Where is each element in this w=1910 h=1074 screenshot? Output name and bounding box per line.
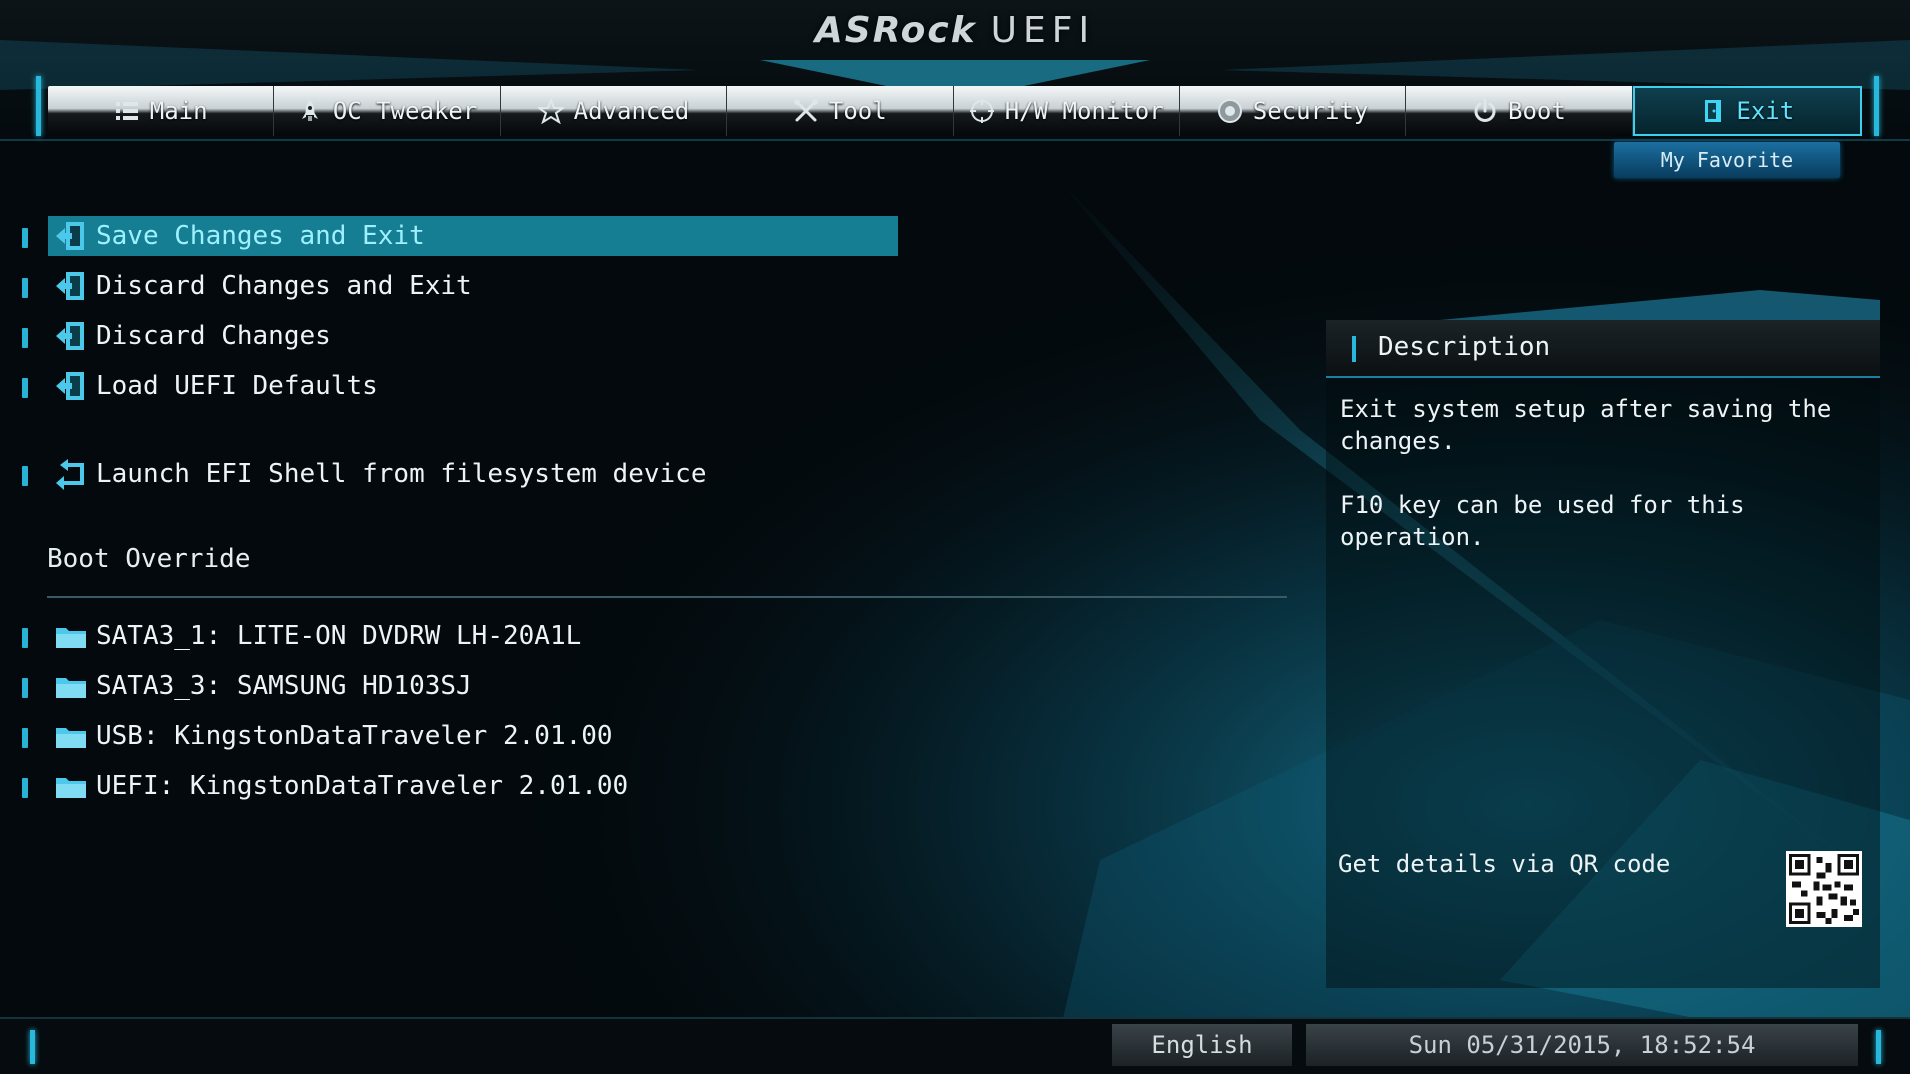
boot-device-label: SATA3_1: LITE-ON DVDRW LH-20A1L	[96, 621, 582, 651]
star-icon	[537, 98, 564, 124]
discard-changes-item[interactable]: Discard Changes	[48, 316, 898, 356]
asrock-uefi-logo: ASRock UEFI	[0, 10, 1910, 51]
row-bullet	[22, 378, 28, 398]
exit-arrow-icon	[56, 272, 84, 300]
row-bullet	[22, 228, 28, 248]
tab-bar: Main OC Tweaker Advanced Tool H/W Monito…	[48, 86, 1862, 136]
menu-item-label: Discard Changes	[96, 321, 331, 351]
crosshair-icon	[969, 99, 994, 123]
section-divider	[47, 596, 1287, 598]
product-name: UEFI	[990, 10, 1096, 51]
header-accent-bar	[1352, 336, 1356, 362]
launch-efi-shell-item[interactable]: Launch EFI Shell from filesystem device	[48, 454, 898, 494]
row-bullet	[22, 466, 28, 486]
menu-item-label: Discard Changes and Exit	[96, 271, 472, 301]
tab-boot[interactable]: Boot	[1406, 86, 1633, 136]
language-selector[interactable]: English	[1112, 1024, 1292, 1066]
tab-main-label: Main	[149, 97, 208, 125]
exit-arrow-icon	[56, 222, 84, 250]
brand-name: ASRock	[814, 10, 977, 51]
boot-device-label: UEFI: KingstonDataTraveler 2.01.00	[96, 771, 629, 801]
bottom-left-accent	[30, 1030, 35, 1064]
row-bullet	[22, 728, 28, 748]
menu-item-label: Save Changes and Exit	[96, 221, 425, 251]
list-icon	[115, 102, 138, 120]
folder-icon	[56, 678, 86, 698]
description-header: Description	[1326, 320, 1880, 378]
discard-changes-and-exit-item[interactable]: Discard Changes and Exit	[48, 266, 898, 306]
tab-hw-monitor-label: H/W Monitor	[1004, 97, 1164, 125]
folder-icon	[56, 728, 86, 748]
boot-device-item[interactable]: UEFI: KingstonDataTraveler 2.01.00	[48, 766, 898, 806]
row-bullet	[22, 278, 28, 298]
folder-icon	[56, 778, 86, 798]
tab-oc-tweaker-label: OC Tweaker	[332, 97, 478, 125]
qr-code-label: Get details via QR code	[1338, 850, 1671, 878]
load-uefi-defaults-item[interactable]: Load UEFI Defaults	[48, 366, 898, 406]
description-title: Description	[1378, 332, 1551, 362]
exit-arrow-icon	[56, 372, 84, 400]
menu-item-label: Launch EFI Shell from filesystem device	[96, 459, 707, 489]
row-bullet	[22, 628, 28, 648]
return-arrow-icon	[56, 459, 84, 490]
boot-device-label: USB: KingstonDataTraveler 2.01.00	[96, 721, 613, 751]
tab-hw-monitor[interactable]: H/W Monitor	[954, 86, 1180, 136]
rocket-icon	[301, 100, 318, 121]
tab-tool[interactable]: Tool	[727, 86, 954, 136]
power-icon	[1474, 98, 1496, 122]
exit-arrow-icon	[56, 322, 84, 350]
left-edge-accent	[36, 76, 41, 136]
tab-security[interactable]: Security	[1180, 86, 1407, 136]
boot-device-item[interactable]: USB: KingstonDataTraveler 2.01.00	[48, 716, 898, 756]
save-changes-and-exit-item[interactable]: Save Changes and Exit	[48, 216, 898, 256]
row-bullet	[22, 678, 28, 698]
tab-exit-label: Exit	[1736, 97, 1795, 125]
tab-boot-label: Boot	[1508, 97, 1566, 125]
menu-item-label: Load UEFI Defaults	[96, 371, 378, 401]
boot-device-label: SATA3_3: SAMSUNG HD103SJ	[96, 671, 472, 701]
folder-icon	[56, 628, 86, 648]
tools-icon	[793, 99, 818, 122]
my-favorite-button[interactable]: My Favorite	[1614, 142, 1840, 178]
system-datetime: Sun 05/31/2015, 18:52:54	[1306, 1024, 1858, 1066]
boot-device-item[interactable]: SATA3_1: LITE-ON DVDRW LH-20A1L	[48, 616, 898, 656]
tab-advanced-label: Advanced	[573, 97, 690, 125]
boot-device-item[interactable]: SATA3_3: SAMSUNG HD103SJ	[48, 666, 898, 706]
bottom-right-accent	[1876, 1030, 1881, 1064]
tab-advanced[interactable]: Advanced	[501, 86, 728, 136]
row-bullet	[22, 328, 28, 348]
tab-tool-label: Tool	[828, 97, 887, 125]
tab-security-label: Security	[1252, 97, 1369, 125]
description-text: Exit system setup after saving the chang…	[1340, 395, 1832, 551]
row-bullet	[22, 778, 28, 798]
tab-exit[interactable]: Exit	[1632, 86, 1862, 136]
right-edge-accent	[1874, 76, 1879, 136]
qr-code-icon[interactable]	[1786, 851, 1862, 927]
exit-door-icon	[1705, 100, 1722, 122]
tab-oc-tweaker[interactable]: OC Tweaker	[274, 86, 501, 136]
shield-icon	[1217, 99, 1242, 123]
boot-override-heading: Boot Override	[47, 544, 251, 574]
tab-main[interactable]: Main	[48, 86, 275, 136]
